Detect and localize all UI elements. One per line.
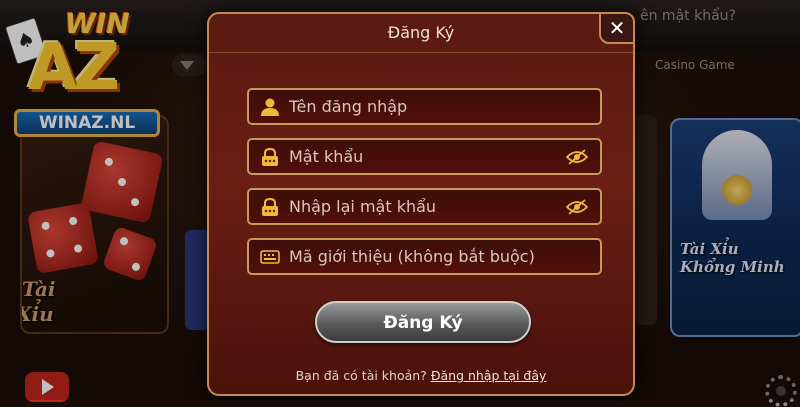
- keyboard-icon: [260, 250, 280, 264]
- login-prompt-text: Bạn đã có tài khoản?: [295, 368, 427, 383]
- dialog-title: Đăng Ký: [387, 23, 455, 42]
- confirm-password-field[interactable]: [247, 188, 602, 225]
- register-dialog: Đăng Ký ✕ Tên đăng nhập Mã giới thiệu (k…: [207, 12, 635, 396]
- referral-code-input[interactable]: [289, 240, 559, 273]
- password-field[interactable]: [247, 138, 602, 175]
- eye-slash-icon[interactable]: [566, 199, 588, 215]
- eye-slash-icon[interactable]: [566, 149, 588, 165]
- password-input[interactable]: [289, 140, 559, 173]
- lock-icon: [262, 148, 278, 166]
- confirm-password-input[interactable]: [289, 190, 559, 223]
- login-link[interactable]: Đăng nhập tại đây: [431, 368, 547, 383]
- username-input[interactable]: [289, 90, 559, 123]
- register-submit-label: Đăng Ký: [383, 313, 463, 333]
- close-button[interactable]: ✕: [599, 12, 635, 44]
- referral-code-field[interactable]: [247, 238, 602, 275]
- register-submit-button[interactable]: Đăng Ký: [315, 301, 531, 343]
- username-field[interactable]: [247, 88, 602, 125]
- user-icon: [261, 98, 279, 116]
- close-icon: ✕: [608, 16, 626, 40]
- lock-icon: [262, 198, 278, 216]
- dialog-header: Đăng Ký: [209, 14, 633, 53]
- login-prompt: Bạn đã có tài khoản? Đăng nhập tại đây: [209, 368, 633, 383]
